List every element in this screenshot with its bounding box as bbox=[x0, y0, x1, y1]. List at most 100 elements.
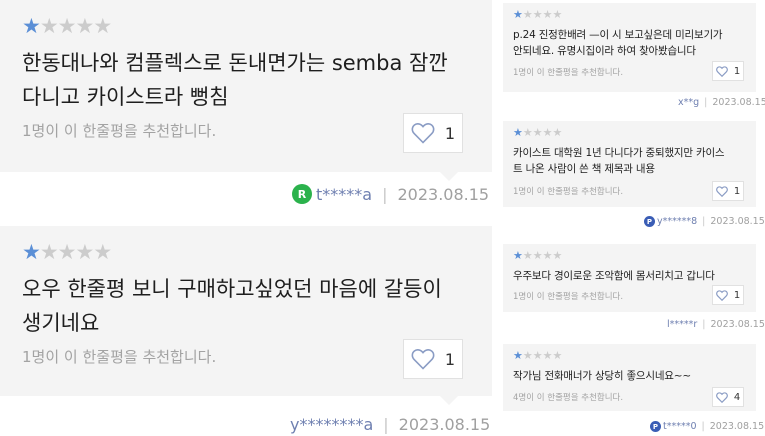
rating-stars: ★ ★ ★ ★ ★ bbox=[513, 250, 562, 261]
card-tail bbox=[440, 172, 458, 181]
user-badge-icon: P bbox=[650, 421, 661, 432]
like-count: 4 bbox=[733, 391, 741, 403]
review-text: 우주보다 경이로운 조악함에 몸서리치고 갑니다 bbox=[513, 268, 749, 284]
heart-icon bbox=[715, 391, 728, 403]
star-icon: ★ bbox=[57, 240, 77, 264]
reviewer-name[interactable]: l*****r bbox=[667, 319, 697, 330]
review-text: p.24 진정한배려 —이 시 보고싶은데 미리보기가 안되네요. 유명시집이라… bbox=[513, 27, 749, 59]
star-icon: ★ bbox=[513, 8, 523, 21]
star-icon: ★ bbox=[532, 349, 543, 362]
star-icon: ★ bbox=[522, 249, 533, 262]
card-tail bbox=[440, 396, 458, 405]
star-icon: ★ bbox=[513, 349, 523, 362]
separator: | bbox=[702, 216, 706, 227]
review-meta: x**g | 2023.08.15 bbox=[678, 97, 765, 108]
review-text-line: 카이스트 대학원 1년 다니다가 중퇴했지만 카이스 bbox=[513, 147, 725, 159]
star-icon: ★ bbox=[513, 126, 523, 139]
rating-stars: ★ ★ ★ ★ ★ bbox=[513, 127, 562, 138]
star-icon: ★ bbox=[542, 349, 553, 362]
star-icon: ★ bbox=[522, 126, 533, 139]
rating-stars: ★ ★ ★ ★ ★ bbox=[513, 350, 562, 361]
like-button[interactable]: 1 bbox=[712, 285, 744, 305]
star-icon: ★ bbox=[75, 240, 94, 264]
star-icon: ★ bbox=[532, 8, 543, 21]
like-button[interactable]: 1 bbox=[712, 61, 744, 81]
star-icon: ★ bbox=[22, 240, 41, 264]
review-card: ★ ★ ★ ★ ★ 우주보다 경이로운 조악함에 몸서리치고 갑니다 1명이 이… bbox=[503, 244, 756, 312]
star-icon: ★ bbox=[22, 14, 41, 38]
review-card: ★ ★ ★ ★ ★ 카이스트 대학원 1년 다니다가 중퇴했지만 카이스 트 나… bbox=[503, 121, 756, 207]
separator: | bbox=[702, 319, 706, 330]
heart-icon bbox=[411, 123, 435, 144]
review-date: 2023.08.15 bbox=[710, 319, 765, 330]
heart-icon bbox=[715, 289, 728, 301]
review-text: 작가님 전화매너가 상당히 좋으시네요~~ bbox=[513, 368, 749, 384]
review-card: ★ ★ ★ ★ ★ 작가님 전화매너가 상당히 좋으시네요~~ 4명이 이 한줄… bbox=[503, 344, 756, 411]
like-count: 1 bbox=[733, 65, 741, 77]
reviewer-name[interactable]: y********a bbox=[290, 415, 373, 434]
like-button[interactable]: 1 bbox=[403, 113, 463, 153]
review-text-line: 다니고 카이스트라 뻥침 bbox=[22, 85, 229, 109]
review-text-line: 안되네요. 유명시집이라 하여 찾아봤습니다 bbox=[513, 45, 696, 57]
star-icon: ★ bbox=[552, 349, 563, 362]
star-icon: ★ bbox=[513, 249, 523, 262]
separator: | bbox=[701, 421, 705, 432]
review-text-line: 오우 한줄평 보니 구매하고싶었던 마음에 갈등이 bbox=[22, 277, 442, 301]
heart-icon bbox=[715, 65, 728, 77]
review-card: ★ ★ ★ ★ ★ 오우 한줄평 보니 구매하고싶었던 마음에 갈등이 생기네요… bbox=[0, 226, 492, 396]
review-meta: P y******8 | 2023.08.15 bbox=[644, 216, 765, 227]
recommend-text: 1명이 이 한줄평을 추천합니다. bbox=[22, 348, 217, 366]
reviewer-name[interactable]: x**g bbox=[678, 97, 699, 108]
like-button[interactable]: 1 bbox=[712, 181, 744, 201]
reviewer-name[interactable]: t*****0 bbox=[663, 421, 697, 432]
review-text: 카이스트 대학원 1년 다니다가 중퇴했지만 카이스 트 나온 사람이 쓴 책 … bbox=[513, 145, 749, 177]
review-text-line: 생기네요 bbox=[22, 311, 100, 335]
review-meta: P t*****0 | 2023.08.15 bbox=[650, 421, 764, 432]
recommend-text: 4명이 이 한줄평을 추천합니다. bbox=[513, 393, 624, 403]
recommend-text: 1명이 이 한줄평을 추천합니다. bbox=[22, 122, 217, 140]
recommend-text: 1명이 이 한줄평을 추천합니다. bbox=[513, 292, 624, 302]
review-meta: l*****r | 2023.08.15 bbox=[667, 319, 765, 330]
rating-stars: ★ ★ ★ ★ ★ bbox=[22, 240, 112, 264]
star-icon: ★ bbox=[93, 240, 112, 264]
reviewer-name[interactable]: y******8 bbox=[657, 216, 697, 227]
recommend-text: 1명이 이 한줄평을 추천합니다. bbox=[513, 187, 624, 197]
star-icon: ★ bbox=[552, 126, 563, 139]
like-count: 1 bbox=[444, 349, 456, 369]
like-button[interactable]: 4 bbox=[712, 387, 744, 407]
star-icon: ★ bbox=[552, 249, 563, 262]
review-text-line: 한동대나와 컴플렉스로 돈내면가는 semba 잠깐 bbox=[22, 51, 448, 75]
separator: | bbox=[704, 97, 708, 108]
review-card: ★ ★ ★ ★ ★ p.24 진정한배려 —이 시 보고싶은데 미리보기가 안되… bbox=[503, 3, 756, 92]
star-icon: ★ bbox=[522, 8, 533, 21]
star-icon: ★ bbox=[542, 126, 553, 139]
review-date: 2023.08.15 bbox=[709, 421, 765, 432]
review-card: ★ ★ ★ ★ ★ 한동대나와 컴플렉스로 돈내면가는 semba 잠깐 다니고… bbox=[0, 0, 492, 172]
star-icon: ★ bbox=[522, 349, 533, 362]
user-badge-icon: P bbox=[644, 216, 655, 227]
review-text-line: p.24 진정한배려 —이 시 보고싶은데 미리보기가 bbox=[513, 29, 723, 41]
like-count: 1 bbox=[733, 289, 741, 301]
rating-stars: ★ ★ ★ ★ ★ bbox=[22, 14, 112, 38]
review-date: 2023.08.15 bbox=[712, 97, 765, 108]
heart-icon bbox=[411, 349, 435, 370]
review-meta: R t*****a | 2023.08.15 bbox=[292, 184, 489, 204]
user-badge-icon: R bbox=[292, 184, 312, 204]
like-count: 1 bbox=[733, 185, 741, 197]
reviewer-name[interactable]: t*****a bbox=[316, 185, 372, 204]
like-button[interactable]: 1 bbox=[403, 339, 463, 379]
recommend-text: 1명이 이 한줄평을 추천합니다. bbox=[513, 68, 624, 78]
separator: | bbox=[382, 184, 388, 204]
like-count: 1 bbox=[444, 123, 456, 143]
review-text: 오우 한줄평 보니 구매하고싶었던 마음에 갈등이 생기네요 bbox=[22, 272, 492, 340]
review-meta: y********a | 2023.08.15 bbox=[290, 415, 490, 434]
review-date: 2023.08.15 bbox=[710, 216, 765, 227]
star-icon: ★ bbox=[57, 14, 77, 38]
star-icon: ★ bbox=[39, 14, 59, 38]
review-date: 2023.08.15 bbox=[397, 184, 490, 204]
star-icon: ★ bbox=[532, 249, 543, 262]
star-icon: ★ bbox=[75, 14, 94, 38]
review-text-line: 작가님 전화매너가 상당히 좋으시네요~~ bbox=[513, 370, 691, 382]
star-icon: ★ bbox=[93, 14, 112, 38]
star-icon: ★ bbox=[542, 249, 553, 262]
